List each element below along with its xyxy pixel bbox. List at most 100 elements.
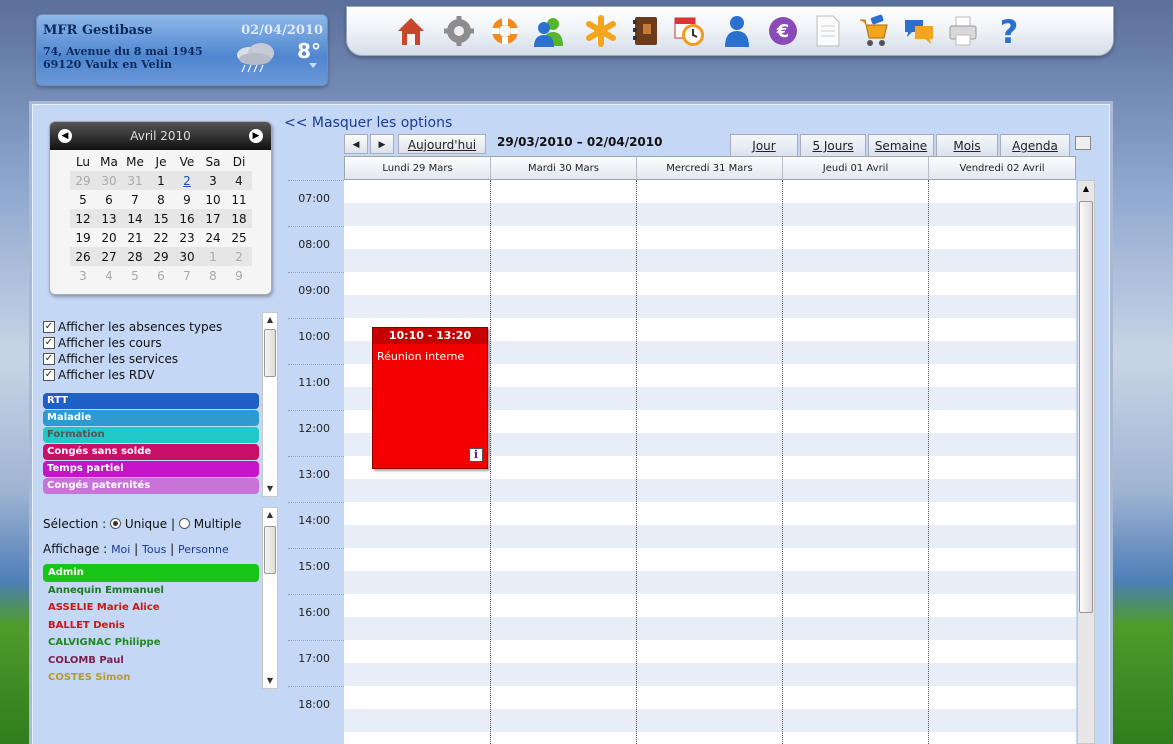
calendar-day[interactable]: 5 (122, 266, 148, 285)
radio-multiple[interactable] (178, 518, 190, 529)
time-slot[interactable] (344, 295, 1076, 318)
person-item[interactable]: CALVIGNAC Philippe (43, 634, 259, 652)
calendar-day[interactable]: 7 (122, 190, 148, 209)
users-group-icon[interactable] (533, 14, 565, 48)
time-slot[interactable] (344, 732, 1076, 744)
radio-multiple-label[interactable]: Multiple (194, 517, 242, 531)
calendar-day[interactable]: 28 (122, 247, 148, 266)
day-header[interactable]: Mercredi 31 Mars (637, 157, 783, 180)
calendar-day[interactable]: 7 (174, 266, 200, 285)
time-slot[interactable] (344, 594, 1076, 617)
shopping-cart-icon[interactable] (857, 14, 889, 48)
dropdown-arrow-icon[interactable] (309, 63, 317, 68)
hide-options-link[interactable]: << Masquer les options (284, 115, 452, 131)
printer-icon[interactable] (947, 14, 979, 48)
day-header[interactable]: Mardi 30 Mars (491, 157, 637, 180)
display-tous-link[interactable]: Tous (142, 543, 166, 556)
calendar-day[interactable]: 4 (226, 171, 252, 190)
tab-semaine[interactable]: Semaine (868, 134, 934, 156)
time-slot[interactable] (344, 249, 1076, 272)
calendar-day[interactable]: 16 (174, 209, 200, 228)
chat-bubbles-icon[interactable] (903, 14, 935, 48)
person-item[interactable]: Annequin Emmanuel (43, 582, 259, 600)
tab-agenda[interactable]: Agenda (1000, 134, 1070, 156)
scroll-down-icon[interactable]: ▼ (263, 482, 277, 496)
checkbox-checked-icon[interactable]: ✓ (43, 321, 55, 333)
asterisk-icon[interactable] (585, 14, 617, 48)
scroll-up-icon[interactable]: ▲ (1079, 181, 1093, 197)
calendar-day[interactable]: 10 (200, 190, 226, 209)
info-icon[interactable]: i (469, 448, 483, 462)
scroll-up-icon[interactable]: ▲ (263, 508, 277, 522)
previous-month-button[interactable]: ◀ (58, 129, 72, 143)
calendar-day[interactable]: 30 (174, 247, 200, 266)
calendar-day-today[interactable]: 2 (174, 171, 200, 190)
person-item[interactable]: BALLET Denis (43, 617, 259, 635)
user-icon[interactable] (721, 14, 753, 48)
scroll-up-icon[interactable]: ▲ (263, 313, 277, 327)
checkbox-absences-types[interactable]: ✓ Afficher les absences types (43, 319, 259, 335)
scroll-thumb[interactable] (264, 329, 276, 377)
calendar-day[interactable]: 31 (122, 171, 148, 190)
checkbox-checked-icon[interactable]: ✓ (43, 337, 55, 349)
calendar-day[interactable]: 1 (200, 247, 226, 266)
day-header[interactable]: Vendredi 02 Avril (929, 157, 1075, 180)
calendar-day[interactable]: 9 (174, 190, 200, 209)
calendar-day[interactable]: 5 (70, 190, 96, 209)
calendar-day[interactable]: 15 (148, 209, 174, 228)
calendar-day[interactable]: 18 (226, 209, 252, 228)
calendar-day[interactable]: 29 (148, 247, 174, 266)
today-button[interactable]: Aujourd'hui (398, 134, 486, 154)
person-item[interactable]: Admin (43, 564, 259, 582)
calendar-day[interactable]: 11 (226, 190, 252, 209)
calendar-day[interactable]: 8 (200, 266, 226, 285)
time-slot[interactable] (344, 640, 1076, 663)
absence-type-item[interactable]: Formation (43, 427, 259, 443)
calendar-day[interactable]: 6 (148, 266, 174, 285)
display-moi-link[interactable]: Moi (111, 543, 130, 556)
day-header[interactable]: Lundi 29 Mars (345, 157, 491, 180)
calendar-day[interactable]: 25 (226, 228, 252, 247)
help-lifebuoy-icon[interactable] (489, 14, 521, 48)
calendar-clock-icon[interactable] (673, 14, 705, 48)
calendar-day[interactable]: 24 (200, 228, 226, 247)
tab-jour[interactable]: Jour (730, 134, 798, 156)
calendar-day[interactable]: 3 (200, 171, 226, 190)
person-item[interactable]: ASSELIE Marie Alice (43, 599, 259, 617)
time-slot[interactable] (344, 525, 1076, 548)
absence-type-item[interactable]: Temps partiel (43, 461, 259, 477)
calendar-day[interactable]: 13 (96, 209, 122, 228)
calendar-day[interactable]: 2 (226, 247, 252, 266)
help-question-icon[interactable]: ? (993, 14, 1025, 48)
calendar-day[interactable]: 21 (122, 228, 148, 247)
calendar-day[interactable]: 20 (96, 228, 122, 247)
tab-mois[interactable]: Mois (936, 134, 998, 156)
calendar-day[interactable]: 3 (70, 266, 96, 285)
document-icon[interactable] (811, 14, 843, 48)
calendar-day[interactable]: 27 (96, 247, 122, 266)
time-slot[interactable] (344, 617, 1076, 640)
calendar-day[interactable]: 29 (70, 171, 96, 190)
time-slot[interactable] (344, 479, 1076, 502)
time-slot[interactable] (344, 502, 1076, 525)
calendar-day[interactable]: 9 (226, 266, 252, 285)
euro-icon[interactable]: € (767, 14, 799, 48)
display-personne-link[interactable]: Personne (178, 543, 229, 556)
absence-type-item[interactable]: RTT (43, 393, 259, 409)
checkbox-checked-icon[interactable]: ✓ (43, 369, 55, 381)
absence-type-item[interactable]: Congés paternités (43, 478, 259, 494)
time-slot[interactable] (344, 548, 1076, 571)
time-slot[interactable] (344, 226, 1076, 249)
address-book-icon[interactable] (629, 14, 661, 48)
scroll-thumb[interactable] (1079, 201, 1093, 613)
absence-type-item[interactable]: Congés sans solde (43, 444, 259, 460)
calendar-event[interactable]: 10:10 - 13:20 Réunion interne i (372, 327, 488, 469)
calendar-day[interactable]: 4 (96, 266, 122, 285)
options-scrollbar[interactable]: ▲ ▼ (262, 312, 278, 497)
calendar-day[interactable]: 8 (148, 190, 174, 209)
scroll-thumb[interactable] (264, 526, 276, 574)
checkbox-services[interactable]: ✓ Afficher les services (43, 351, 259, 367)
calendar-day[interactable]: 30 (96, 171, 122, 190)
scroll-down-icon[interactable]: ▼ (263, 674, 277, 688)
calendar-day[interactable]: 26 (70, 247, 96, 266)
